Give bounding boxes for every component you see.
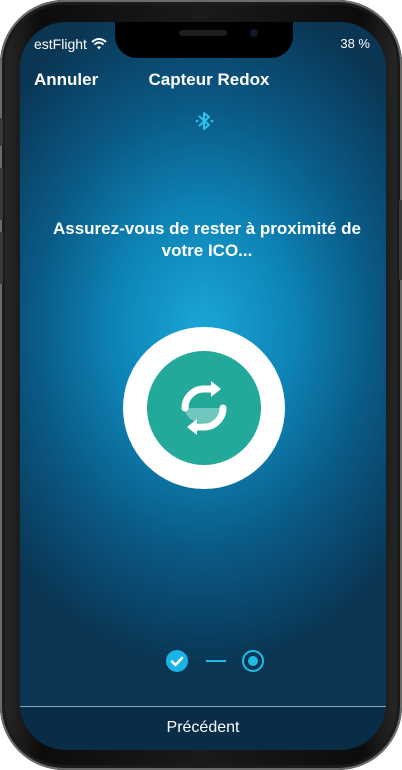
sync-indicator <box>123 327 285 489</box>
step-connector <box>206 660 226 662</box>
check-icon <box>170 656 184 667</box>
app-screen: estFlight 38 % Annuler Capteur Redox Ass… <box>20 22 386 750</box>
step-progress <box>166 649 266 673</box>
bluetooth-icon <box>195 112 214 130</box>
footer-divider <box>20 706 386 707</box>
step-completed <box>166 650 188 672</box>
previous-button[interactable]: Précédent <box>20 708 386 750</box>
phone-frame: estFlight 38 % Annuler Capteur Redox Ass… <box>0 0 402 770</box>
mute-switch <box>0 118 3 146</box>
step-current <box>242 650 264 672</box>
front-camera <box>250 29 258 37</box>
refresh-icon <box>181 381 227 435</box>
proximity-message: Assurez-vous de rester à proximité de vo… <box>52 219 361 260</box>
wifi-icon <box>91 38 107 50</box>
carrier-label: estFlight <box>34 36 87 52</box>
page-title: Capteur Redox <box>148 70 270 89</box>
speaker-grille <box>179 30 227 36</box>
volume-up-button <box>0 168 3 220</box>
volume-down-button <box>0 232 3 284</box>
device-notch <box>115 22 293 58</box>
battery-label: 38 % <box>340 36 370 51</box>
sync-indicator-inner <box>147 351 261 465</box>
navigation-bar: Annuler Capteur Redox <box>20 70 386 100</box>
step-current-dot <box>248 656 258 666</box>
status-bar-left: estFlight <box>34 36 107 52</box>
